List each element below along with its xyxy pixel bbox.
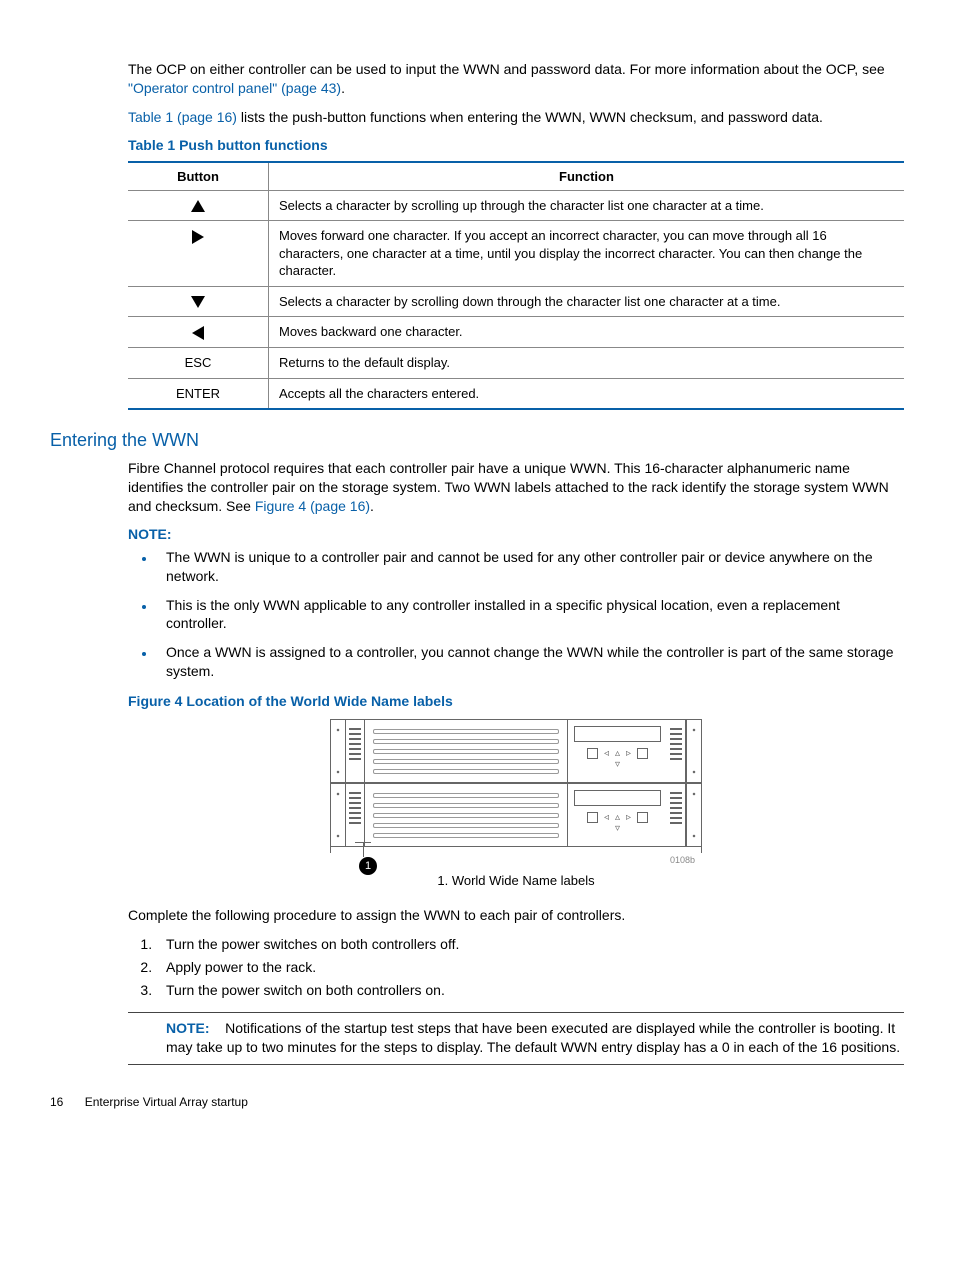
table-row: Selects a character by scrolling down th… [128,286,904,317]
note-text: Notifications of the startup test steps … [166,1020,900,1055]
function-cell: Selects a character by scrolling up thro… [269,190,905,221]
callout-number: 1 [359,857,377,875]
figure4-link[interactable]: Figure 4 (page 16) [255,498,370,514]
button-cell: ESC [128,347,269,378]
divider [128,1064,904,1065]
procedure-steps: Turn the power switches on both controll… [128,935,904,1000]
text: The OCP on either controller can be used… [128,61,885,77]
function-cell: Moves forward one character. If you acce… [269,221,905,287]
triangle-up-icon [191,200,205,212]
list-item: Turn the power switches on both controll… [156,935,904,954]
function-cell: Moves backward one character. [269,317,905,348]
page-footer: 16 Enterprise Virtual Array startup [50,1095,904,1109]
note-list: The WWN is unique to a controller pair a… [128,548,904,681]
text: . [370,498,374,514]
figure4-illustration: 1 0108b [128,719,904,853]
intro-para-1: The OCP on either controller can be used… [128,60,904,98]
button-cell [128,190,269,221]
table1-link[interactable]: Table 1 (page 16) [128,109,237,125]
table-row: Selects a character by scrolling up thro… [128,190,904,221]
push-button-table: Button Function Selects a character by s… [128,161,904,410]
divider [128,1012,904,1013]
list-item: The WWN is unique to a controller pair a… [156,548,904,586]
figure4-title: Figure 4 Location of the World Wide Name… [128,693,904,709]
section-para-1: Fibre Channel protocol requires that eac… [128,459,904,516]
function-cell: Selects a character by scrolling down th… [269,286,905,317]
text: . [341,80,345,96]
triangle-right-icon [192,230,204,244]
footer-title: Enterprise Virtual Array startup [85,1095,248,1109]
procedure-intro: Complete the following procedure to assi… [128,906,904,925]
table-row: ESC Returns to the default display. [128,347,904,378]
table1-title: Table 1 Push button functions [128,137,904,153]
list-item: Apply power to the rack. [156,958,904,977]
ocp-link[interactable]: "Operator control panel" (page 43) [128,80,341,96]
table-row: Moves backward one character. [128,317,904,348]
th-button: Button [128,162,269,191]
table-row: Moves forward one character. If you acce… [128,221,904,287]
list-item: Turn the power switch on both controller… [156,981,904,1000]
text: lists the push-button functions when ent… [237,109,823,125]
list-item: Once a WWN is assigned to a controller, … [156,643,904,681]
button-cell [128,221,269,287]
list-item: This is the only WWN applicable to any c… [156,596,904,634]
note-label: NOTE: [166,1020,210,1036]
intro-para-2: Table 1 (page 16) lists the push-button … [128,108,904,127]
button-cell [128,317,269,348]
text: Fibre Channel protocol requires that eac… [128,460,889,514]
page-number: 16 [50,1095,63,1109]
wwn-label-icon [346,784,365,846]
note-block: NOTE: Notifications of the startup test … [166,1019,904,1057]
button-cell [128,286,269,317]
wwn-label-icon [346,720,365,782]
th-function: Function [269,162,905,191]
table-row: ENTER Accepts all the characters entered… [128,378,904,409]
triangle-down-icon [191,296,205,308]
function-cell: Accepts all the characters entered. [269,378,905,409]
figure4-caption: 1. World Wide Name labels [128,873,904,888]
triangle-left-icon [192,326,204,340]
section-heading: Entering the WWN [50,430,904,451]
figure-id-label: 0108b [670,855,695,865]
note-heading: NOTE: [128,526,904,542]
button-cell: ENTER [128,378,269,409]
function-cell: Returns to the default display. [269,347,905,378]
